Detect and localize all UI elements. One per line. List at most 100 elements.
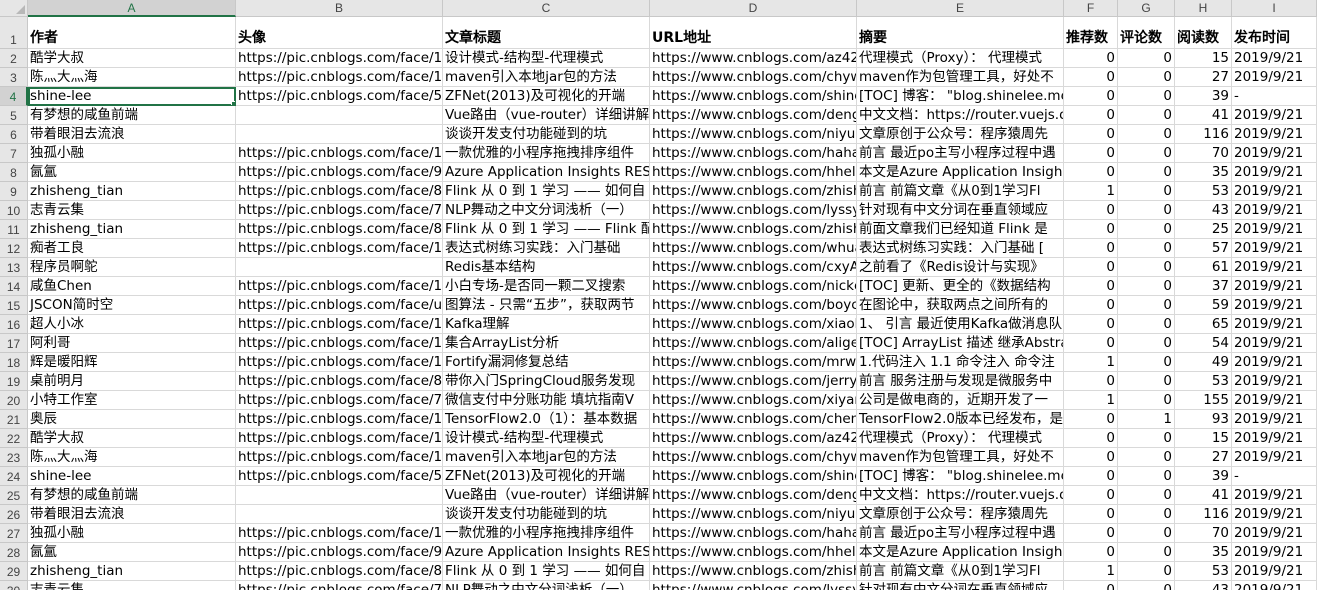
column-header-h[interactable]: H [1175, 0, 1232, 17]
cell-h[interactable]: 39 [1175, 467, 1232, 486]
cell-i[interactable]: 2019/9/21 [1232, 562, 1317, 581]
row-header[interactable]: 11 [0, 220, 28, 239]
cell-d[interactable]: https://www.cnblogs.com/haha [650, 144, 857, 163]
cell-f[interactable]: 1 [1064, 182, 1118, 201]
cell-g[interactable]: 0 [1118, 486, 1175, 505]
cell-d[interactable]: https://www.cnblogs.com/haha [650, 524, 857, 543]
row-header[interactable]: 20 [0, 391, 28, 410]
cell-b[interactable]: https://pic.cnblogs.com/face/79 [236, 581, 443, 590]
cell-b[interactable] [236, 258, 443, 277]
cell-g[interactable]: 0 [1118, 467, 1175, 486]
cell-a[interactable]: 酷学大叔 [28, 429, 236, 448]
cell-f[interactable]: 0 [1064, 125, 1118, 144]
cell-g[interactable]: 0 [1118, 87, 1175, 106]
cell-a[interactable]: 痴者工良 [28, 239, 236, 258]
cell-g[interactable]: 0 [1118, 524, 1175, 543]
cell-c[interactable]: Flink 从 0 到 1 学习 —— Flink 配 [443, 220, 650, 239]
cell-f[interactable]: 0 [1064, 87, 1118, 106]
cell-i[interactable]: 2019/9/21 [1232, 68, 1317, 87]
cell-c[interactable]: ZFNet(2013)及可视化的开端 [443, 87, 650, 106]
cell-c[interactable]: 集合ArrayList分析 [443, 334, 650, 353]
cell-c[interactable]: maven引入本地jar包的方法 [443, 448, 650, 467]
cell-b[interactable]: https://pic.cnblogs.com/face/15 [236, 277, 443, 296]
row-header[interactable]: 10 [0, 201, 28, 220]
cell-b[interactable]: https://pic.cnblogs.com/face/79 [236, 201, 443, 220]
cell-e[interactable]: 文章原创于公众号：程序猿周先 [857, 125, 1064, 144]
row-header[interactable]: 7 [0, 144, 28, 163]
cell-i[interactable]: 2019/9/21 [1232, 334, 1317, 353]
cell-b[interactable]: https://pic.cnblogs.com/face/86 [236, 562, 443, 581]
cell-g[interactable]: 0 [1118, 334, 1175, 353]
header-cell-h[interactable]: 阅读数 [1175, 17, 1232, 49]
cell-a[interactable]: 桌前明月 [28, 372, 236, 391]
row-header[interactable]: 4 [0, 87, 28, 106]
cell-a[interactable]: 有梦想的咸鱼前端 [28, 486, 236, 505]
cell-g[interactable]: 0 [1118, 163, 1175, 182]
cell-a[interactable]: 小特工作室 [28, 391, 236, 410]
cell-c[interactable]: 设计模式-结构型-代理模式 [443, 429, 650, 448]
cell-a[interactable]: 阿利哥 [28, 334, 236, 353]
cell-g[interactable]: 0 [1118, 201, 1175, 220]
cell-h[interactable]: 49 [1175, 353, 1232, 372]
cell-g[interactable]: 0 [1118, 182, 1175, 201]
cell-i[interactable]: 2019/9/21 [1232, 144, 1317, 163]
cell-g[interactable]: 0 [1118, 505, 1175, 524]
row-header[interactable]: 12 [0, 239, 28, 258]
cell-i[interactable]: 2019/9/21 [1232, 372, 1317, 391]
row-header[interactable]: 14 [0, 277, 28, 296]
cell-h[interactable]: 27 [1175, 448, 1232, 467]
cell-f[interactable]: 0 [1064, 277, 1118, 296]
cell-i[interactable]: 2019/9/21 [1232, 182, 1317, 201]
cell-e[interactable]: 代理模式（Proxy）： 代理模式 [857, 49, 1064, 68]
cell-b[interactable]: https://pic.cnblogs.com/face/10 [236, 524, 443, 543]
row-header[interactable]: 13 [0, 258, 28, 277]
row-header[interactable]: 26 [0, 505, 28, 524]
cell-c[interactable]: 谈谈开发支付功能碰到的坑 [443, 125, 650, 144]
cell-f[interactable]: 1 [1064, 562, 1118, 581]
cell-e[interactable]: TensorFlow2.0版本已经发布，是 [857, 410, 1064, 429]
cell-h[interactable]: 57 [1175, 239, 1232, 258]
cell-b[interactable] [236, 125, 443, 144]
cell-e[interactable]: 中文文档：https://router.vuejs.o [857, 106, 1064, 125]
cell-d[interactable]: https://www.cnblogs.com/cxyA [650, 258, 857, 277]
row-header[interactable]: 28 [0, 543, 28, 562]
cell-d[interactable]: https://www.cnblogs.com/deng [650, 106, 857, 125]
column-header-a[interactable]: A [28, 0, 236, 17]
cell-i[interactable]: 2019/9/21 [1232, 239, 1317, 258]
cell-h[interactable]: 15 [1175, 429, 1232, 448]
cell-i[interactable]: 2019/9/21 [1232, 505, 1317, 524]
cell-c[interactable]: Kafka理解 [443, 315, 650, 334]
cell-a[interactable]: 程序员啊鸵 [28, 258, 236, 277]
cell-i[interactable]: 2019/9/21 [1232, 448, 1317, 467]
cell-e[interactable]: 1.代码注入 1.1 命令注入 命令注 [857, 353, 1064, 372]
cell-f[interactable]: 0 [1064, 524, 1118, 543]
cell-h[interactable]: 53 [1175, 182, 1232, 201]
row-header[interactable]: 25 [0, 486, 28, 505]
cell-b[interactable]: https://pic.cnblogs.com/face/17 [236, 315, 443, 334]
cell-f[interactable]: 0 [1064, 258, 1118, 277]
cell-g[interactable]: 0 [1118, 391, 1175, 410]
cell-c[interactable]: 图算法 - 只需“五步”，获取两节 [443, 296, 650, 315]
row-header[interactable]: 5 [0, 106, 28, 125]
cell-e[interactable]: [TOC] 博客： "blog.shinelee.me [857, 87, 1064, 106]
cell-i[interactable]: 2019/9/21 [1232, 201, 1317, 220]
cell-e[interactable]: [TOC] 更新、更全的《数据结构 [857, 277, 1064, 296]
row-header[interactable]: 3 [0, 68, 28, 87]
cell-g[interactable]: 0 [1118, 429, 1175, 448]
cell-b[interactable]: https://pic.cnblogs.com/face/58 [236, 467, 443, 486]
cell-i[interactable]: - [1232, 87, 1317, 106]
cell-i[interactable]: 2019/9/21 [1232, 296, 1317, 315]
cell-b[interactable]: https://pic.cnblogs.com/face/16 [236, 353, 443, 372]
cell-g[interactable]: 0 [1118, 448, 1175, 467]
cell-f[interactable]: 0 [1064, 239, 1118, 258]
column-header-g[interactable]: G [1118, 0, 1175, 17]
cell-e[interactable]: 前言 最近po主写小程序过程中遇 [857, 524, 1064, 543]
cell-a[interactable]: 氤氲 [28, 163, 236, 182]
column-header-d[interactable]: D [650, 0, 857, 17]
cell-b[interactable]: https://pic.cnblogs.com/face/15 [236, 410, 443, 429]
cell-d[interactable]: https://www.cnblogs.com/niyue [650, 505, 857, 524]
row-header[interactable]: 16 [0, 315, 28, 334]
cell-f[interactable]: 0 [1064, 201, 1118, 220]
cell-e[interactable]: 表达式树练习实践：入门基础 [ [857, 239, 1064, 258]
cell-e[interactable]: 1、 引言 最近使用Kafka做消息队 [857, 315, 1064, 334]
